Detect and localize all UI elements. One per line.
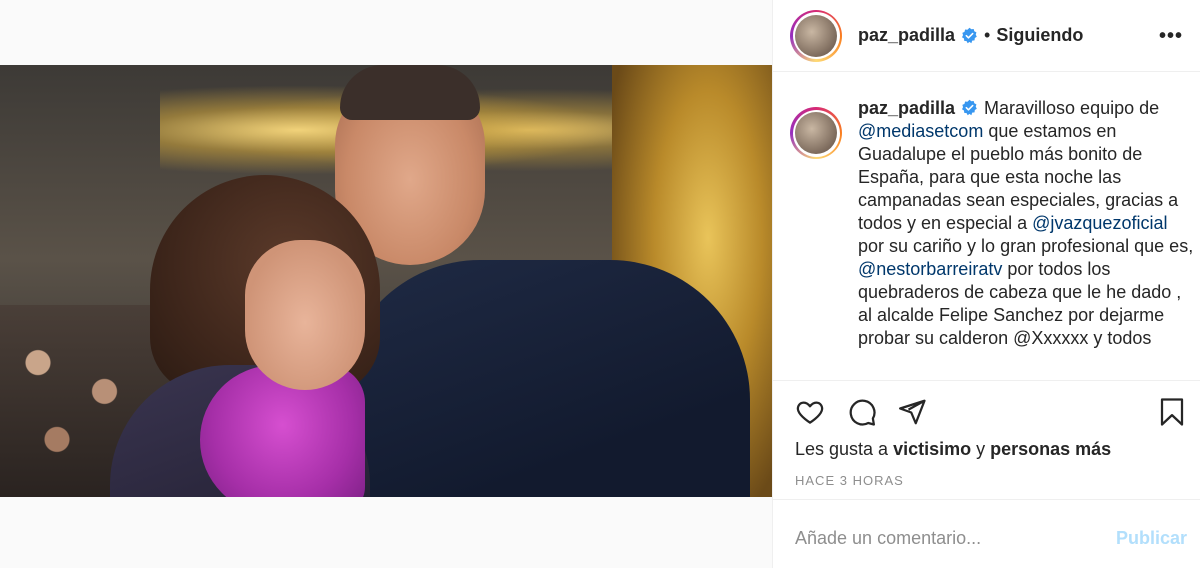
likes-prefix: Les gusta a xyxy=(795,439,894,459)
bookmark-icon[interactable] xyxy=(1155,395,1189,429)
photo-man-hair xyxy=(340,65,480,120)
caption-verified-icon xyxy=(962,99,977,116)
verified-icon xyxy=(962,27,977,44)
likes-connector: y xyxy=(971,439,991,459)
caption-text-part: Maravilloso equipo de xyxy=(984,98,1160,118)
comment-input[interactable] xyxy=(795,527,1095,549)
caption-username[interactable]: paz_padilla xyxy=(858,98,955,118)
avatar[interactable] xyxy=(790,9,842,62)
mention-link[interactable]: @nestorbarreiratv xyxy=(858,259,1002,279)
separator-dot: • xyxy=(984,25,991,45)
caption-avatar-image xyxy=(795,112,837,154)
photo-woman-face xyxy=(245,240,365,390)
share-icon[interactable] xyxy=(895,395,929,429)
post-timestamp[interactable]: HACE 3 HORAS xyxy=(795,473,904,488)
action-bar: Les gusta a victisimo y personas más HAC… xyxy=(773,380,1200,500)
post-side-panel: paz_padilla • Siguiendo ••• paz_padilla … xyxy=(772,0,1200,568)
mention-link[interactable]: @jvazquezoficial xyxy=(1032,213,1167,233)
likes-others[interactable]: personas más xyxy=(990,439,1111,459)
publish-button[interactable]: Publicar xyxy=(1116,528,1187,549)
caption-area: paz_padilla Maravilloso equipo de @media… xyxy=(773,97,1200,373)
avatar-image xyxy=(795,14,837,57)
heart-icon[interactable] xyxy=(793,395,827,429)
post-photo[interactable] xyxy=(0,65,772,497)
liked-by-user[interactable]: victisimo xyxy=(893,439,971,459)
caption-text-part: por su cariño y lo gran profesional que … xyxy=(858,236,1194,256)
more-icon[interactable]: ••• xyxy=(1159,26,1183,46)
mention-link[interactable]: @mediasetcom xyxy=(858,121,983,141)
media-pane xyxy=(0,0,772,568)
photo-man-jacket xyxy=(340,260,750,497)
caption-text-part: probar su calderon @Xxxxxx y todos xyxy=(858,328,1152,348)
caption-text: paz_padilla Maravilloso equipo de @media… xyxy=(858,97,1198,373)
comment-icon[interactable] xyxy=(845,395,879,429)
comment-row: Publicar xyxy=(773,508,1200,568)
likes-summary: Les gusta a victisimo y personas más xyxy=(795,439,1111,460)
following-button[interactable]: Siguiendo xyxy=(996,25,1083,46)
header-username[interactable]: paz_padilla xyxy=(858,25,955,46)
caption-avatar[interactable] xyxy=(790,107,842,159)
post-header: paz_padilla • Siguiendo ••• xyxy=(773,0,1200,72)
